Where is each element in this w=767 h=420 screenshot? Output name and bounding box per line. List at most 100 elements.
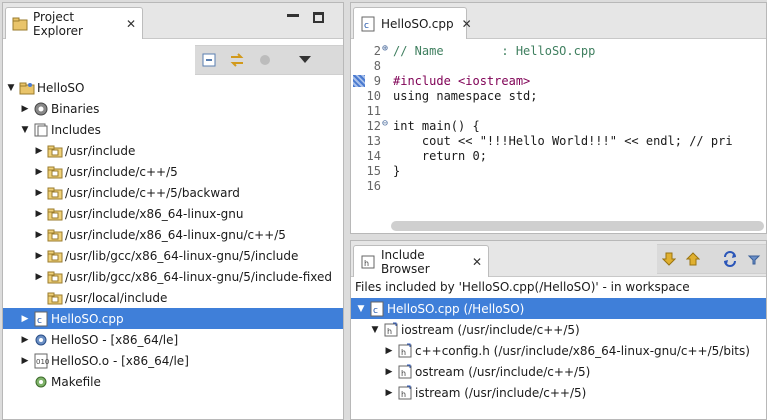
code-editor[interactable]: 2 ⊕// Name : HelloSO.cpp 8 9 #include <iostr… xyxy=(351,40,766,218)
view-menu-chevron-down-icon[interactable] xyxy=(293,48,317,72)
tree-row-label: c++config.h (/usr/include/x86_64-linux-g… xyxy=(415,343,750,358)
tree-row[interactable]: ▶ /usr/include xyxy=(3,140,343,161)
tab-include-browser[interactable]: h Include Browser ✕ xyxy=(353,245,489,277)
tree-row[interactable]: ▼ c HelloSO.cpp (/HelloSO) xyxy=(351,298,766,319)
tree-row[interactable]: ▶ h istream (/usr/include/c++/5) xyxy=(351,382,766,403)
collapsed-arrow-icon[interactable]: ▶ xyxy=(33,251,45,261)
line-number: 11 xyxy=(366,104,381,118)
collapsed-arrow-icon[interactable]: ▶ xyxy=(33,146,45,156)
tree-row-label: /usr/include/x86_64-linux-gnu/c++/5 xyxy=(65,227,286,242)
collapsed-arrow-icon[interactable]: ▶ xyxy=(383,346,395,356)
makefile-icon xyxy=(33,374,49,390)
collapsed-arrow-icon[interactable]: ▶ xyxy=(33,188,45,198)
collapsed-arrow-icon[interactable]: ▶ xyxy=(33,167,45,177)
maximize-icon[interactable] xyxy=(313,12,324,23)
tree-row-label: HelloSO.cpp (/HelloSO) xyxy=(387,301,525,316)
line-number: 14 xyxy=(366,149,381,163)
expanded-arrow-icon[interactable]: ▼ xyxy=(19,125,31,135)
tree-row[interactable]: ▶ /usr/include/x86_64-linux-gnu xyxy=(3,203,343,224)
code-line: } xyxy=(393,164,401,178)
tree-row[interactable]: ▼ HelloSO xyxy=(3,77,343,98)
tab-project-explorer[interactable]: Project Explorer ✕ xyxy=(5,7,143,39)
tree-row[interactable]: ▼ h iostream (/usr/include/c++/5) xyxy=(351,319,766,340)
tree-row[interactable]: ▶ HelloSO - [x86_64/le] xyxy=(3,329,343,350)
collapsed-arrow-icon[interactable]: ▶ xyxy=(19,356,31,366)
collapsed-arrow-icon[interactable]: ▶ xyxy=(19,104,31,114)
collapsed-arrow-icon[interactable]: ▶ xyxy=(383,388,395,398)
tree-row[interactable]: ▶ /usr/include/c++/5/backward xyxy=(3,182,343,203)
svg-text:c: c xyxy=(37,316,42,326)
code-line: #include <iostream> xyxy=(393,74,531,88)
header-file-icon: h xyxy=(397,364,413,380)
tree-row-label: /usr/include/c++/5/backward xyxy=(65,185,240,200)
include-browser-pane: h Include Browser ✕ Files included by 'H… xyxy=(350,240,767,420)
collapsed-arrow-icon[interactable]: ▶ xyxy=(19,335,31,345)
tab-hellososo-cpp[interactable]: c HelloSO.cpp ✕ xyxy=(353,7,472,39)
include-folder-icon xyxy=(47,164,63,180)
collapsed-arrow-icon[interactable]: ▶ xyxy=(33,230,45,240)
collapsed-arrow-icon[interactable]: ▶ xyxy=(19,314,31,324)
tree-row[interactable]: ▼ Includes xyxy=(3,119,343,140)
view-filter-icon[interactable] xyxy=(253,48,277,72)
tree-row-label: /usr/lib/gcc/x86_64-linux-gnu/5/include xyxy=(65,248,299,263)
pin-view-icon[interactable] xyxy=(744,247,764,271)
tab-label: Project Explorer xyxy=(33,9,83,38)
cpp-file-icon: c xyxy=(33,311,49,327)
cpp-file-icon: c xyxy=(369,301,385,317)
tree-row[interactable]: ▶ c HelloSO.cpp xyxy=(3,308,343,329)
collapse-fold-icon[interactable]: ⊖ xyxy=(382,118,388,129)
line-number: 8 xyxy=(373,59,381,73)
collapsed-arrow-icon[interactable]: ▶ xyxy=(383,367,395,377)
svg-text:c: c xyxy=(373,306,378,316)
include-browser-tree: ▼ c HelloSO.cpp (/HelloSO) ▼ h iostream (/usr… xyxy=(351,298,766,419)
include-folder-icon xyxy=(47,227,63,243)
include-folder-icon xyxy=(47,290,63,306)
expanded-arrow-icon[interactable]: ▼ xyxy=(5,83,17,93)
collapsed-arrow-icon[interactable]: ▶ xyxy=(33,272,45,282)
tab-label: Include Browser xyxy=(381,247,430,276)
code-line: cout << "!!!Hello World!!!" << endl; // … xyxy=(393,134,733,148)
line-number: 15 xyxy=(366,164,381,178)
close-icon[interactable]: ✕ xyxy=(462,17,472,31)
expand-fold-icon[interactable]: ⊕ xyxy=(382,43,388,54)
editor-tabbar: c HelloSO.cpp ✕ xyxy=(351,3,766,39)
tree-row[interactable]: ▶ 010 HelloSO.o - [x86_64/le] xyxy=(3,350,343,371)
project-explorer-icon xyxy=(12,16,28,32)
tree-row[interactable]: ▶ /usr/lib/gcc/x86_64-linux-gnu/5/include xyxy=(3,245,343,266)
horizontal-scrollbar[interactable] xyxy=(391,221,764,231)
link-with-editor-icon[interactable] xyxy=(225,48,249,72)
expanded-arrow-icon[interactable]: ▼ xyxy=(369,325,381,335)
refresh-icon[interactable] xyxy=(720,247,740,271)
tree-row[interactable]: ▶ /usr/include/x86_64-linux-gnu/c++/5 xyxy=(3,224,343,245)
tree-row-label: Binaries xyxy=(51,101,100,116)
close-icon[interactable]: ✕ xyxy=(472,255,482,269)
tree-row[interactable]: ▶ Binaries xyxy=(3,98,343,119)
collapsed-arrow-icon[interactable]: ▶ xyxy=(33,209,45,219)
binary-gear-icon xyxy=(33,332,49,348)
tree-row[interactable]: ▶ /usr/include/c++/5 xyxy=(3,161,343,182)
line-number: 12 xyxy=(366,119,381,133)
tree-row[interactable]: ▶ /usr/lib/gcc/x86_64-linux-gnu/5/include… xyxy=(3,266,343,287)
svg-text:h: h xyxy=(401,348,406,357)
tree-row[interactable]: Makefile xyxy=(3,371,343,392)
includes-icon xyxy=(33,122,49,138)
svg-text:h: h xyxy=(401,390,406,399)
previous-arrow-up-icon[interactable] xyxy=(683,247,703,271)
tab-label: HelloSO.cpp xyxy=(381,16,454,31)
next-arrow-down-icon[interactable] xyxy=(659,247,679,271)
include-browser-status: Files included by 'HelloSO.cpp(/HelloSO)… xyxy=(355,280,690,294)
expanded-arrow-icon[interactable]: ▼ xyxy=(355,304,367,314)
code-line: int main() { xyxy=(393,119,480,133)
code-line: return 0; xyxy=(393,149,487,163)
tree-row[interactable]: ▶ h c++config.h (/usr/include/x86_64-linux… xyxy=(351,340,766,361)
collapse-all-icon[interactable] xyxy=(197,48,221,72)
tree-row-label: /usr/include/x86_64-linux-gnu xyxy=(65,206,244,221)
tree-row[interactable]: /usr/local/include xyxy=(3,287,343,308)
minimize-icon[interactable] xyxy=(287,14,299,17)
close-icon[interactable]: ✕ xyxy=(126,17,136,31)
tree-row[interactable]: ▶ h ostream (/usr/include/c++/5) xyxy=(351,361,766,382)
svg-text:h: h xyxy=(364,259,369,268)
tree-row-label: Includes xyxy=(51,122,101,137)
tree-row-label: /usr/lib/gcc/x86_64-linux-gnu/5/include-… xyxy=(65,269,332,284)
tree-row-label: HelloSO.o - [x86_64/le] xyxy=(51,353,189,368)
